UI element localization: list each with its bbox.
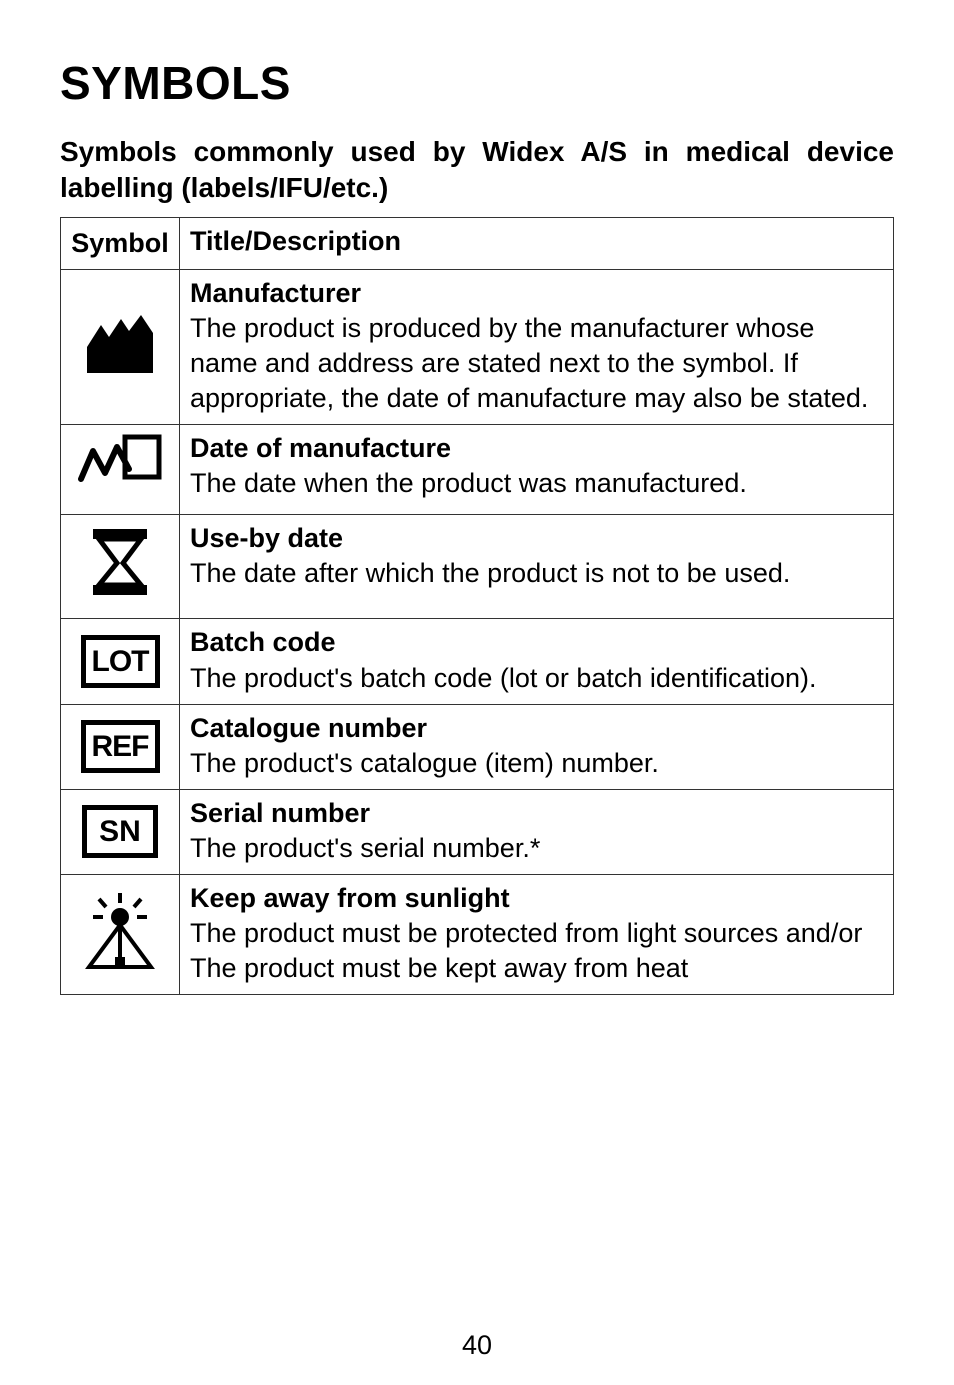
desc-cell: Use-by date The date after which the pro… (180, 515, 894, 619)
symbol-cell (61, 875, 180, 995)
row-title: Batch code (190, 627, 336, 657)
row-title: Serial number (190, 798, 370, 828)
use-by-date-icon (85, 523, 155, 610)
intro-text: Symbols commonly used by Widex A/S in me… (60, 134, 894, 207)
row-desc: The product's batch code (lot or batch i… (190, 663, 817, 693)
table-row: Keep away from sunlight The product must… (61, 875, 894, 995)
table-row: SN Serial number The product's serial nu… (61, 789, 894, 874)
th-title-desc: Title/Description (180, 217, 894, 269)
manufacturer-icon (81, 313, 159, 382)
row-desc: The product's serial number.* (190, 833, 540, 863)
row-title: Catalogue number (190, 713, 427, 743)
symbol-cell (61, 515, 180, 619)
page-content: SYMBOLS Symbols commonly used by Widex A… (0, 0, 954, 995)
symbol-cell (61, 425, 180, 515)
row-desc: The product is produced by the manufactu… (190, 313, 868, 413)
desc-cell: Manufacturer The product is produced by … (180, 269, 894, 424)
date-of-manufacture-icon (77, 433, 163, 506)
desc-cell: Date of manufacture The date when the pr… (180, 425, 894, 515)
page-number: 40 (0, 1330, 954, 1361)
lot-icon: LOT (81, 635, 160, 688)
desc-cell: Catalogue number The product's catalogue… (180, 704, 894, 789)
table-header-row: Symbol Title/Description (61, 217, 894, 269)
row-desc: The date after which the product is not … (190, 558, 790, 588)
row-desc: The product's catalogue (item) number. (190, 748, 659, 778)
table-row: LOT Batch code The product's batch code … (61, 619, 894, 704)
ref-text: REF (81, 720, 160, 773)
symbols-table: Symbol Title/Description Manufacturer Th… (60, 217, 894, 996)
desc-cell: Batch code The product's batch code (lot… (180, 619, 894, 704)
row-title: Manufacturer (190, 278, 361, 308)
sn-text: SN (82, 805, 158, 858)
row-title: Use-by date (190, 523, 343, 553)
lot-text: LOT (81, 635, 160, 688)
table-row: Use-by date The date after which the pro… (61, 515, 894, 619)
row-desc: The product must be protected from light… (190, 918, 862, 983)
row-desc: The date when the product was manufactur… (190, 468, 747, 498)
symbol-cell (61, 269, 180, 424)
ref-icon: REF (81, 720, 160, 773)
th-symbol: Symbol (61, 217, 180, 269)
desc-cell: Keep away from sunlight The product must… (180, 875, 894, 995)
row-title: Date of manufacture (190, 433, 451, 463)
symbol-cell: REF (61, 704, 180, 789)
sn-icon: SN (82, 805, 158, 858)
table-row: REF Catalogue number The product's catal… (61, 704, 894, 789)
table-row: Date of manufacture The date when the pr… (61, 425, 894, 515)
desc-cell: Serial number The product's serial numbe… (180, 789, 894, 874)
row-title: Keep away from sunlight (190, 883, 510, 913)
symbol-cell: SN (61, 789, 180, 874)
symbol-cell: LOT (61, 619, 180, 704)
table-row: Manufacturer The product is produced by … (61, 269, 894, 424)
keep-away-sunlight-icon (79, 889, 161, 980)
page-heading: SYMBOLS (60, 56, 894, 110)
